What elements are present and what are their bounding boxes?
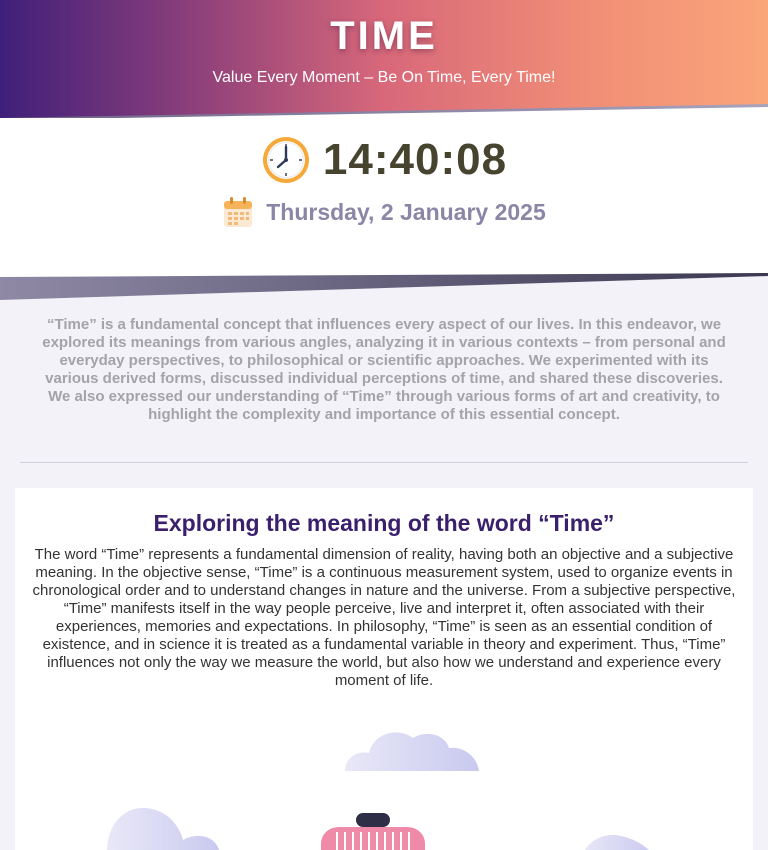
time-row: 14:40:08 [0, 134, 768, 186]
time-illustration [106, 732, 649, 850]
section-heading: Exploring the meaning of the word “Time” [153, 510, 615, 536]
current-date: Thursday, 2 January 2025 [266, 198, 546, 225]
intro-paragraph: “Time” is a fundamental concept that inf… [42, 316, 726, 423]
header-slant-divider [0, 104, 768, 120]
cloud-icon [584, 835, 649, 850]
content-card: Exploring the meaning of the word “Time”… [15, 488, 753, 850]
clock-panel: 14:40:08 Thursday, 2 January 2025 [0, 118, 768, 278]
cloud-icon [106, 808, 219, 850]
date-row: Thursday, 2 January 2025 [0, 194, 768, 230]
calendar-icon [224, 197, 253, 227]
clock-icon [262, 137, 309, 183]
panel-slant-divider [0, 272, 768, 302]
page-header: TIME Value Every Moment – Be On Time, Ev… [0, 0, 768, 120]
timer-device-icon [321, 813, 425, 850]
page-subtitle: Value Every Moment – Be On Time, Every T… [212, 69, 556, 86]
current-time: 14:40:08 [322, 135, 508, 184]
section-divider [20, 462, 748, 463]
cloud-icon [345, 732, 479, 771]
section-body: The word “Time” represents a fundamental… [32, 546, 736, 689]
page-title: TIME [330, 14, 438, 58]
